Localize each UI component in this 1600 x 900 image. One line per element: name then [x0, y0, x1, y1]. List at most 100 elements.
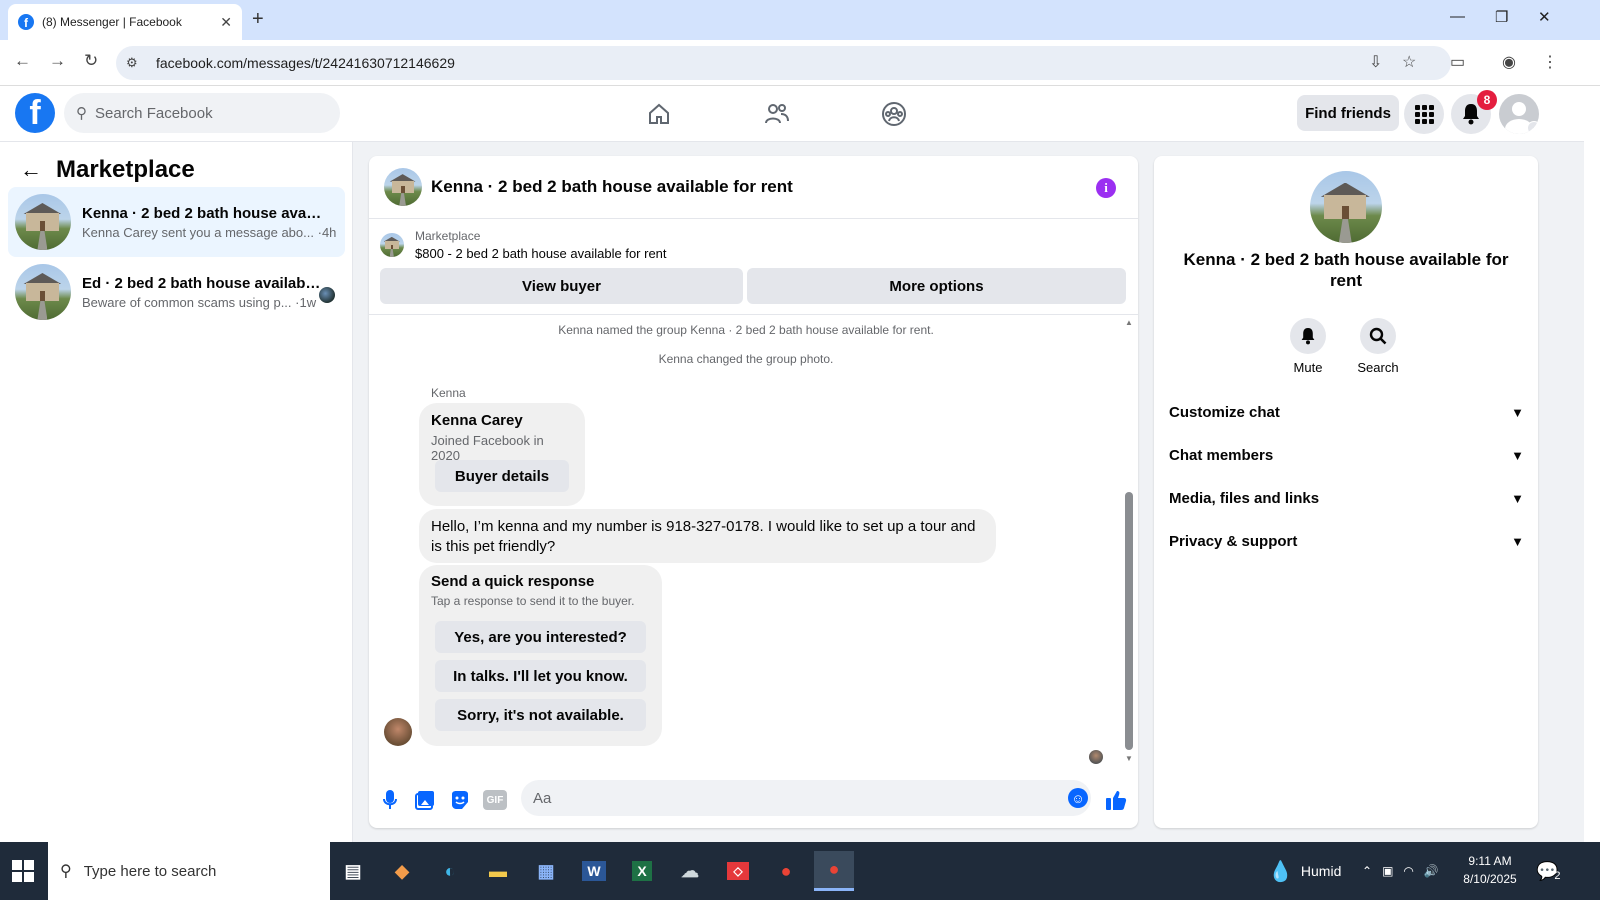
notification-center-icon[interactable]: 💬 2 [1536, 842, 1561, 900]
back-icon[interactable]: ← [14, 51, 31, 71]
listing-thumbnail [380, 233, 404, 257]
quick-response-subtitle: Tap a response to send it to the buyer. [431, 594, 635, 608]
facebook-logo-icon[interactable]: f [15, 93, 55, 133]
window-close-icon[interactable]: ✕ [1538, 8, 1551, 26]
friends-icon[interactable] [761, 98, 793, 130]
copilot-icon[interactable]: ◆ [382, 851, 422, 891]
url-text: facebook.com/messages/t/2424163071214662… [156, 55, 455, 71]
chat-members-section[interactable]: Chat members ▼ [1169, 435, 1524, 475]
cast-icon[interactable]: ▭ [1450, 52, 1465, 72]
emoji-icon[interactable]: ☺ [1068, 788, 1088, 808]
chrome-profile-icon[interactable]: ● [766, 851, 806, 891]
message-input[interactable] [521, 780, 1091, 816]
word-icon[interactable]: W [574, 851, 614, 891]
taskbar-search[interactable]: ⚲ Type here to search [48, 842, 330, 900]
photo-icon[interactable] [413, 788, 437, 812]
address-bar[interactable]: ⚙ facebook.com/messages/t/24241630712146… [116, 46, 1451, 80]
tray-overflow-icon[interactable]: ⌃ [1362, 864, 1372, 878]
find-friends-button[interactable]: Find friends [1297, 95, 1399, 131]
sender-name: Kenna [431, 386, 466, 400]
info-icon[interactable]: i [1096, 178, 1116, 198]
page-scrollbar[interactable] [1584, 86, 1600, 842]
sticker-icon[interactable] [448, 788, 472, 812]
read-receipt-avatar [319, 287, 335, 303]
listing-summary[interactable]: Marketplace $800 - 2 bed 2 bath house av… [380, 228, 667, 262]
browser-toolbar: ← → ↻ ⚙ facebook.com/messages/t/24241630… [0, 40, 1600, 86]
buyer-name: Kenna Carey [431, 412, 523, 429]
conversation-item[interactable]: Kenna · 2 bed 2 bath house availa... Ken… [8, 187, 345, 257]
chrome-active-icon[interactable]: ● [814, 851, 854, 891]
chevron-down-icon: ▼ [1511, 447, 1524, 463]
profile-icon[interactable]: ◉ [1502, 52, 1516, 72]
bell-icon [1463, 104, 1479, 125]
task-view-icon[interactable]: ▤ [333, 851, 373, 891]
new-tab-icon[interactable]: + [252, 8, 264, 31]
back-arrow-icon[interactable]: ← [20, 157, 42, 183]
browser-tab[interactable]: f (8) Messenger | Facebook ✕ [8, 4, 242, 40]
media-files-links-section[interactable]: Media, files and links ▼ [1169, 478, 1524, 518]
buyer-card: Kenna Carey Joined Facebook in 2020 Buye… [419, 403, 585, 506]
photos-app-icon[interactable]: ☁ [670, 851, 710, 891]
search-icon: ⚲ [60, 863, 72, 880]
notification-badge: 8 [1477, 90, 1497, 110]
mute-button[interactable]: Mute [1278, 318, 1338, 375]
excel-icon[interactable]: X [622, 851, 662, 891]
meet-now-icon[interactable]: ▣ [1382, 864, 1393, 878]
menu-grid-icon[interactable] [1404, 94, 1444, 134]
scroll-thumb[interactable] [1125, 492, 1133, 750]
conversation-time: ·1w [295, 294, 317, 310]
minimize-icon[interactable]: — [1450, 8, 1465, 25]
quick-response-option[interactable]: Sorry, it's not available. [435, 699, 646, 731]
home-icon[interactable] [643, 98, 675, 130]
gif-label: GIF [483, 790, 507, 810]
volume-icon[interactable]: 🔊 [1424, 864, 1439, 878]
wifi-icon[interactable]: ◠ [1403, 864, 1413, 878]
chat-title[interactable]: Kenna · 2 bed 2 bath house available for… [431, 177, 793, 197]
taskbar-clock[interactable]: 9:11 AM 8/10/2025 [1452, 852, 1528, 888]
chat-group-photo[interactable] [384, 168, 422, 206]
file-explorer-icon[interactable]: ▬ [478, 851, 518, 891]
buyer-details-button[interactable]: Buyer details [435, 460, 569, 492]
conversation-item[interactable]: Ed · 2 bed 2 bath house availabl... Bewa… [8, 257, 345, 327]
section-title: Media, files and links [1169, 489, 1320, 507]
facebook-search-placeholder: Search Facebook [95, 104, 213, 122]
install-app-icon[interactable]: ⇩ [1369, 52, 1382, 72]
close-tab-icon[interactable]: ✕ [220, 14, 232, 31]
privacy-support-section[interactable]: Privacy & support ▼ [1169, 521, 1524, 561]
account-avatar[interactable]: ⌄ [1499, 94, 1539, 134]
more-options-button[interactable]: More options [747, 268, 1126, 304]
quick-response-title: Send a quick response [431, 573, 595, 590]
gif-icon[interactable]: GIF [483, 788, 507, 812]
chat-scrollbar[interactable]: ▲ ▼ [1122, 316, 1136, 766]
customize-chat-section[interactable]: Customize chat ▼ [1169, 392, 1524, 432]
quick-response-option[interactable]: In talks. I'll let you know. [435, 660, 646, 692]
search-icon [1360, 318, 1396, 354]
seen-indicator-avatar [1089, 750, 1103, 764]
thumbs-up-icon[interactable] [1104, 788, 1128, 812]
facebook-search[interactable]: ⚲ Search Facebook [64, 93, 340, 133]
quick-response-option[interactable]: Yes, are you interested? [435, 621, 646, 653]
house-thumbnail [15, 264, 71, 320]
weather-widget[interactable]: 💧 Humid [1268, 842, 1341, 900]
groups-icon[interactable] [878, 98, 910, 130]
windows-start-icon[interactable] [12, 860, 34, 882]
site-info-icon[interactable]: ⚙ [126, 55, 146, 71]
edge-icon[interactable]: ◐ [430, 851, 470, 891]
restore-icon[interactable]: ❐ [1495, 8, 1508, 26]
bookmark-star-icon[interactable]: ☆ [1402, 52, 1416, 72]
scroll-down-icon[interactable]: ▼ [1125, 754, 1133, 763]
reload-icon[interactable]: ↻ [84, 51, 98, 71]
notifications-button[interactable]: 8 [1451, 90, 1497, 134]
facebook-header: f ⚲ Search Facebook Find friends 8 ⌄ [0, 86, 1584, 142]
search-chat-button[interactable]: Search [1348, 318, 1408, 375]
scroll-up-icon[interactable]: ▲ [1125, 318, 1133, 327]
view-buyer-button[interactable]: View buyer [380, 268, 743, 304]
message-text: Hello, I’m kenna and my number is 918-32… [431, 518, 976, 555]
anydesk-icon[interactable]: ◇ [718, 851, 758, 891]
browser-menu-icon[interactable]: ⋮ [1542, 52, 1558, 72]
marketplace-header: ← Marketplace [20, 156, 195, 184]
group-photo[interactable] [1310, 171, 1382, 243]
store-icon[interactable]: ▦ [526, 851, 566, 891]
forward-icon[interactable]: → [49, 51, 66, 71]
microphone-icon[interactable] [378, 788, 402, 812]
